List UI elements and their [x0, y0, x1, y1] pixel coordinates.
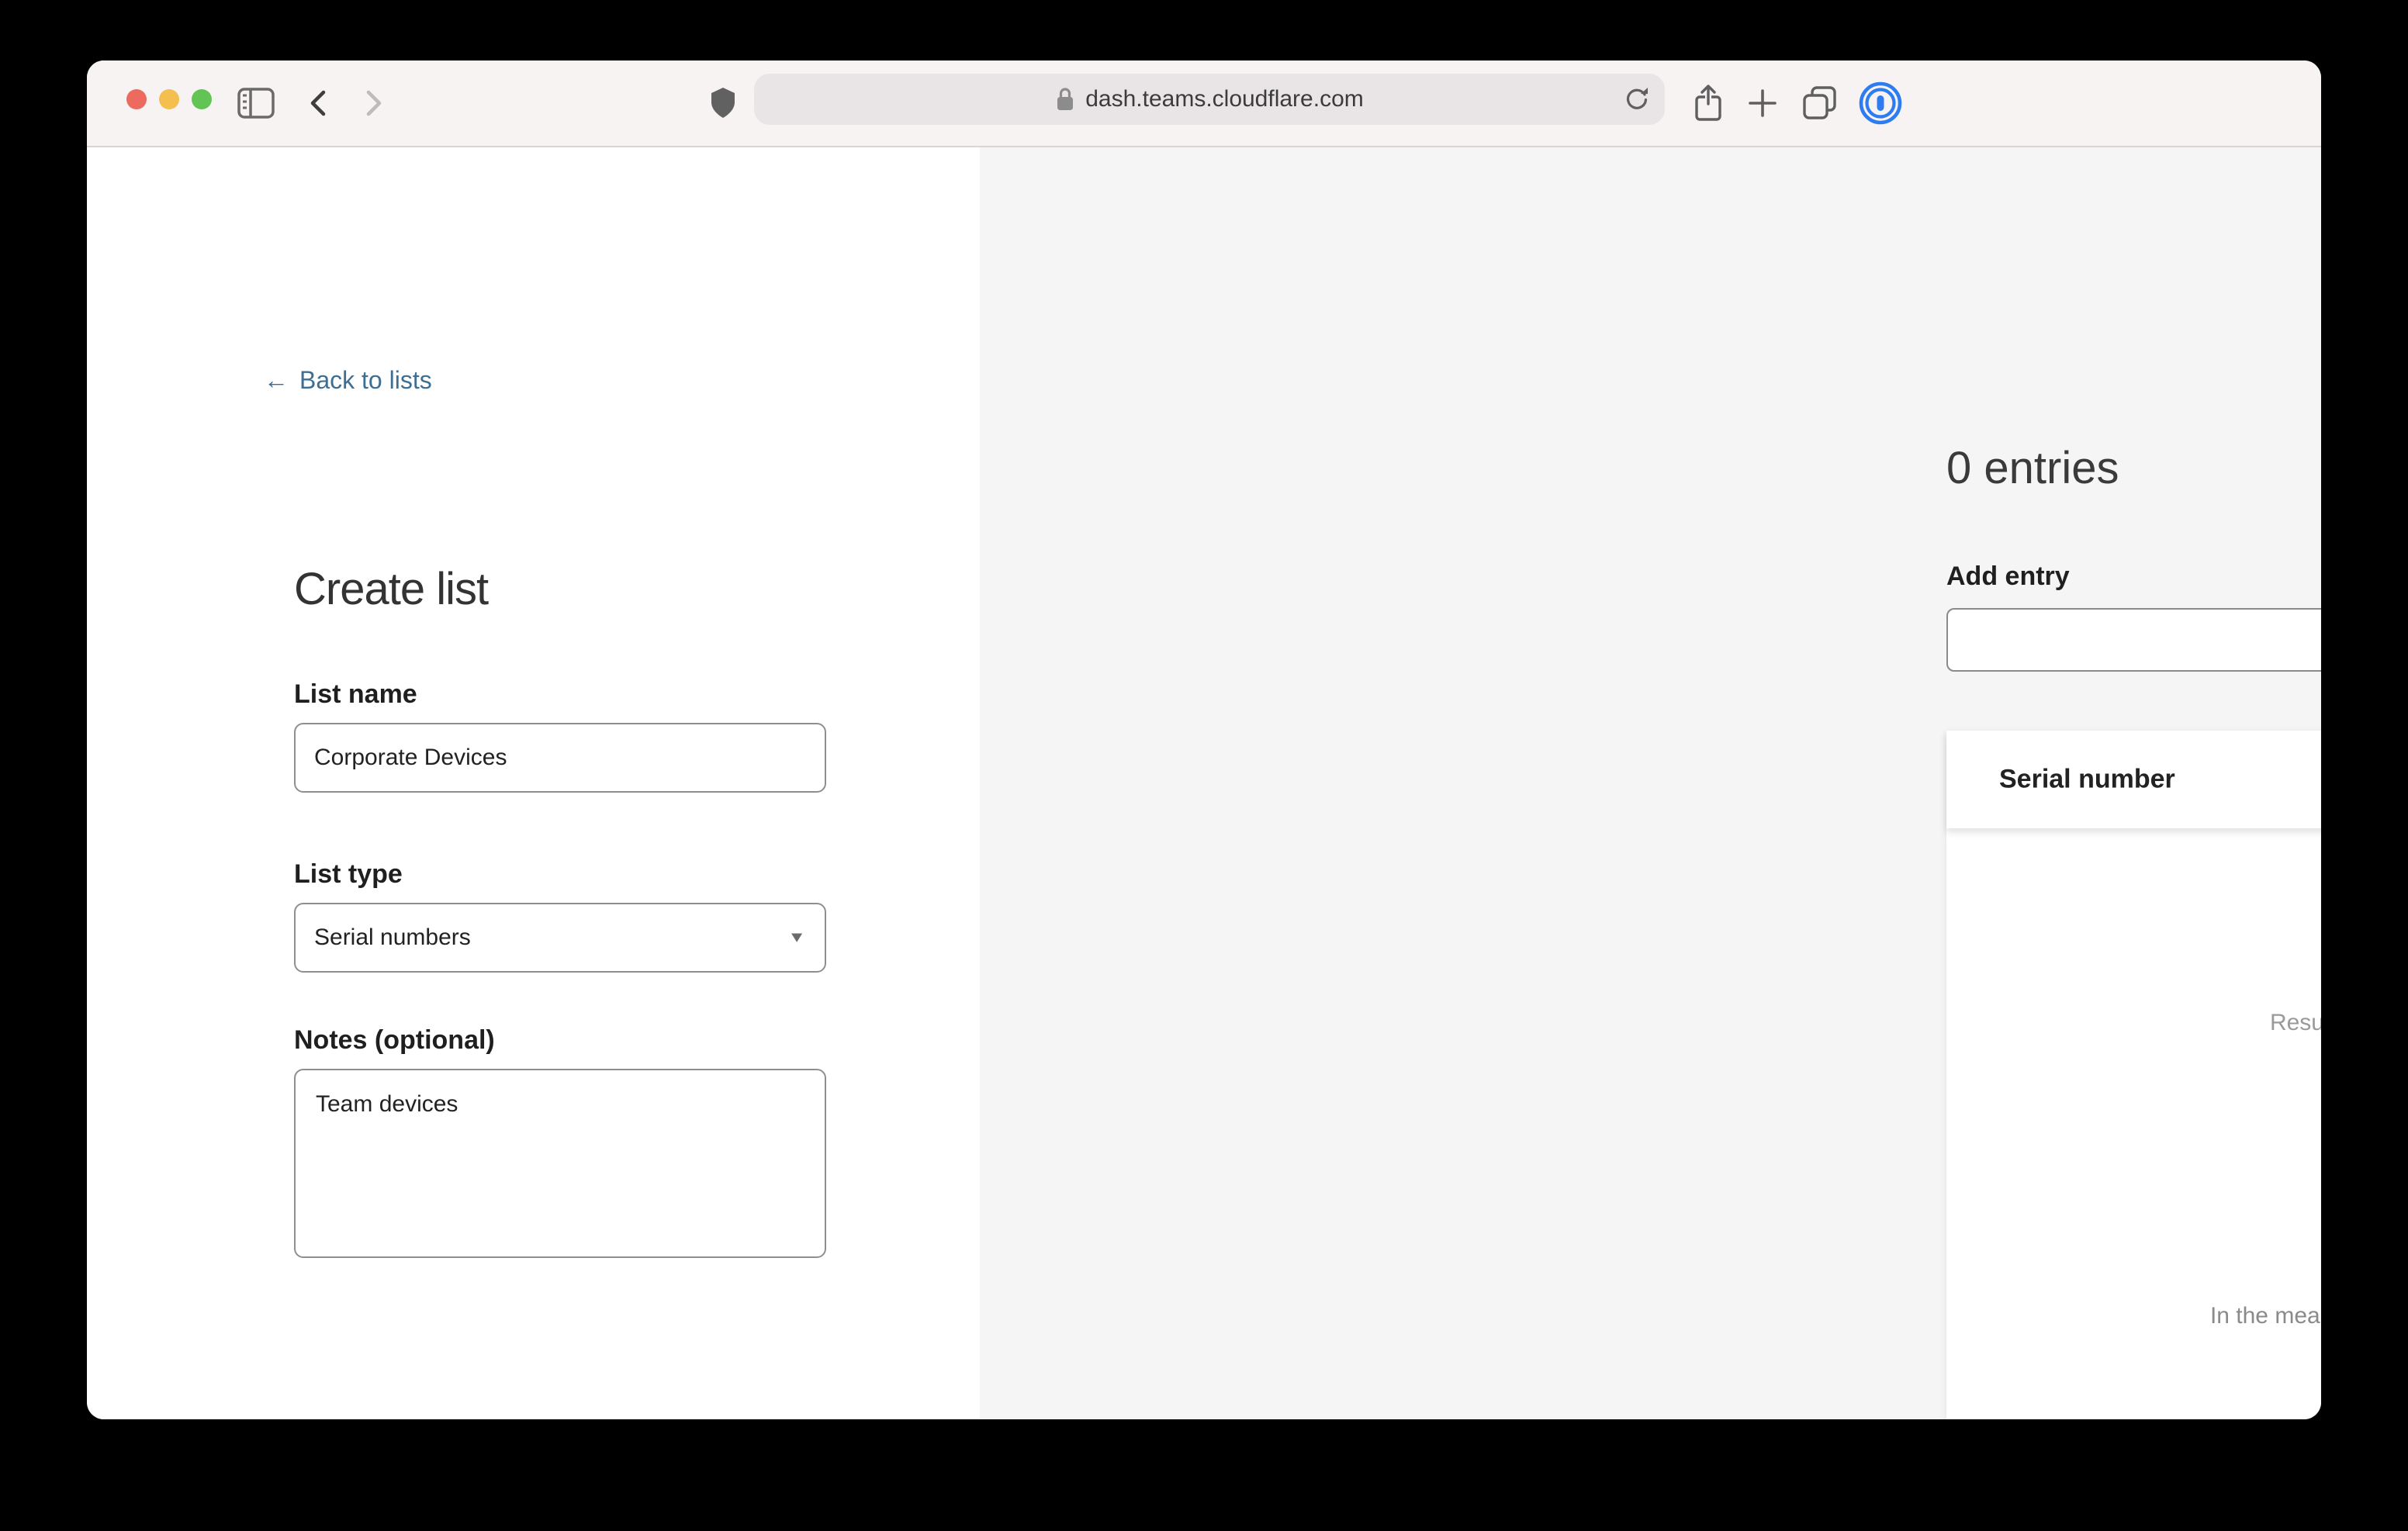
entries-table-card: Serial number Created No results... yet!…	[1946, 731, 2321, 1419]
sidebar-toggle-icon[interactable]	[237, 87, 275, 119]
empty-state-footer: In the meantime, here’s our documentatio…	[2210, 1303, 2321, 1329]
list-type-select[interactable]: Serial numbers ▼	[294, 903, 826, 973]
back-button-icon[interactable]	[305, 88, 331, 119]
share-icon[interactable]	[1691, 82, 1725, 124]
tab-overview-icon[interactable]	[1800, 84, 1840, 123]
entries-count-heading: 0 entries	[1946, 442, 2119, 494]
list-name-input[interactable]	[294, 723, 826, 793]
entries-panel: 0 entries Add entry Add Serial number Cr…	[980, 147, 2321, 1419]
privacy-shield-icon[interactable]	[710, 86, 736, 120]
browser-toolbar: dash.teams.cloudflare.com	[87, 60, 2321, 147]
new-tab-plus-icon[interactable]	[1745, 86, 1780, 120]
back-arrow-icon: ←	[264, 366, 289, 395]
url-text: dash.teams.cloudflare.com	[1085, 86, 1364, 112]
url-bar[interactable]: dash.teams.cloudflare.com	[754, 74, 1665, 125]
page-title: Create list	[294, 563, 488, 615]
list-name-label: List name	[294, 679, 417, 710]
refresh-icon[interactable]	[1623, 85, 1651, 113]
add-entry-row: Add	[1946, 608, 2321, 672]
notes-label: Notes (optional)	[294, 1025, 495, 1056]
footer-text-prefix: In the meantime, here’s our	[2210, 1303, 2321, 1329]
back-to-lists-label: Back to lists	[299, 366, 432, 395]
close-window-button[interactable]	[126, 89, 147, 109]
list-type-value: Serial numbers	[314, 924, 471, 951]
forward-button-icon[interactable]	[361, 88, 387, 119]
column-header-serial-number: Serial number	[1999, 765, 2175, 795]
add-entry-label: Add entry	[1946, 562, 2070, 592]
zoom-window-button[interactable]	[192, 89, 212, 109]
lock-icon	[1055, 86, 1075, 112]
back-to-lists-link[interactable]: ← Back to lists	[264, 366, 432, 395]
list-type-label: List type	[294, 859, 403, 890]
minimize-window-button[interactable]	[159, 89, 179, 109]
notes-textarea[interactable]: Team devices	[294, 1069, 826, 1258]
browser-window: dash.teams.cloudflare.com	[87, 60, 2321, 1419]
table-header-row: Serial number Created	[1946, 731, 2321, 828]
empty-state: No results... yet! Results will show up …	[1946, 828, 2321, 1419]
onepassword-extension-icon[interactable]	[1858, 81, 1903, 126]
add-entry-input[interactable]	[1946, 608, 2321, 672]
create-list-panel: ← Back to lists Create list List name Li…	[87, 147, 980, 1419]
empty-state-subtitle: Results will show up here once you start…	[2270, 1010, 2321, 1036]
chevron-down-icon: ▼	[787, 929, 806, 946]
